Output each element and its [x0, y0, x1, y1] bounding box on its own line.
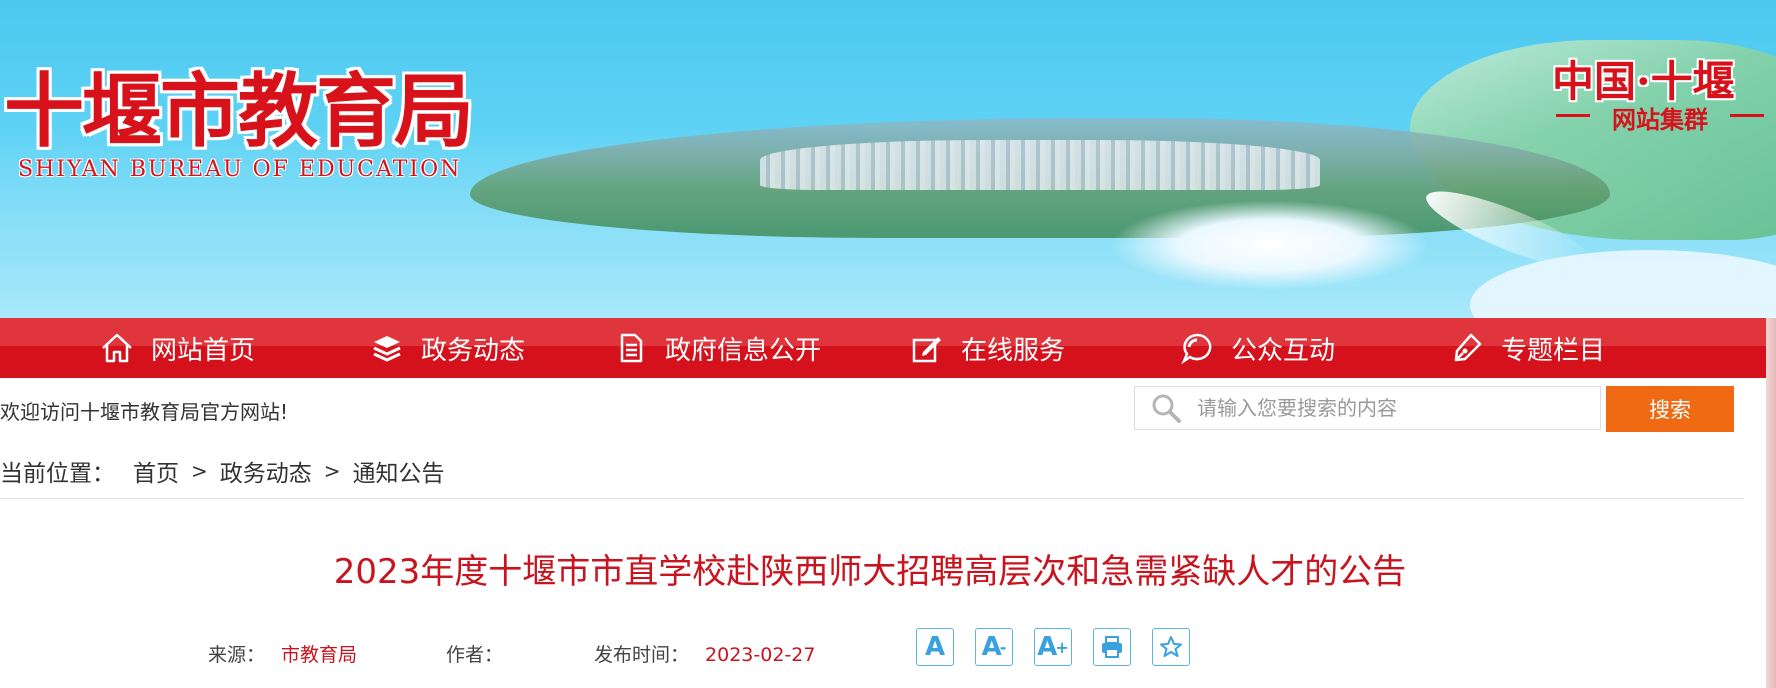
date-label: 发布时间： [594, 644, 690, 666]
font-smaller-button[interactable]: A- [975, 628, 1013, 666]
banner-beach-graphic [1110, 200, 1430, 290]
author-label: 作者： [446, 644, 504, 666]
article-date: 发布时间： 2023-02-27 [594, 640, 815, 667]
breadcrumb-divider [0, 498, 1744, 499]
nav-item-home[interactable]: 网站首页 [42, 318, 312, 378]
nav-item-label: 公众互动 [1230, 335, 1335, 366]
banner-cloud-graphic [1470, 250, 1776, 318]
breadcrumb-link-notices[interactable]: 通知公告 [353, 454, 445, 488]
nav-item-label: 政务动态 [420, 335, 525, 366]
nav-item-online-services[interactable]: 在线服务 [852, 318, 1122, 378]
print-icon [1102, 636, 1122, 658]
plus-glyph: + [1055, 637, 1069, 657]
breadcrumb-separator: > [323, 459, 341, 483]
header-banner: 十堰市教育局 SHIYAN BUREAU OF EDUCATION 中国·十堰 … [0, 0, 1776, 318]
breadcrumb-separator: > [191, 459, 208, 483]
article-toolbar: A A- A + [916, 628, 1211, 666]
document-icon [613, 330, 649, 366]
site-logo-title[interactable]: 十堰市教育局 [4, 66, 474, 156]
date-value: 2023-02-27 [705, 644, 816, 666]
favorite-button[interactable] [1152, 628, 1190, 666]
edit-icon [909, 330, 945, 366]
nav-item-public-interaction[interactable]: 公众互动 [1122, 318, 1392, 378]
breadcrumb-label: 当前位置： [0, 461, 115, 487]
banner-city-graphic [760, 140, 1320, 190]
site-logo-subtitle: SHIYAN BUREAU OF EDUCATION [18, 157, 462, 182]
print-button[interactable] [1093, 628, 1131, 666]
nav-item-label: 在线服务 [960, 335, 1065, 366]
breadcrumb-link-home[interactable]: 首页 [133, 454, 179, 488]
article-author: 作者： [446, 640, 519, 667]
page-edge-shadow [1766, 318, 1776, 688]
chat-icon [1179, 330, 1215, 366]
font-larger-button[interactable]: A + [1034, 628, 1072, 666]
font-normal-icon: A [924, 632, 946, 662]
nav-item-label: 专题栏目 [1500, 335, 1605, 366]
source-value: 市教育局 [281, 644, 358, 666]
font-smaller-icon: A [981, 632, 1002, 662]
star-icon [1160, 636, 1182, 657]
article-title: 2023年度十堰市市直学校赴陕西师大招聘高层次和急需紧缺人才的公告 [333, 552, 1407, 592]
font-normal-button[interactable]: A [916, 628, 954, 666]
search-icon [1149, 391, 1183, 425]
nav-item-info-disclosure[interactable]: 政府信息公开 [582, 318, 852, 378]
main-nav: 网站首页 政务动态 政府信息公开 在线服务 公众互动 专题栏目 [0, 318, 1766, 378]
nav-item-label: 政府信息公开 [664, 335, 821, 366]
breadcrumb-link-news[interactable]: 政务动态 [220, 454, 312, 488]
nav-item-news[interactable]: 政务动态 [312, 318, 582, 378]
nav-item-label: 网站首页 [150, 335, 255, 366]
search-input[interactable] [1195, 395, 1579, 421]
search-button[interactable]: 搜索 [1606, 386, 1734, 432]
home-icon [99, 330, 135, 366]
layers-icon [369, 330, 405, 366]
source-label: 来源： [208, 644, 266, 666]
search-box [1134, 386, 1601, 430]
nav-item-special-topics[interactable]: 专题栏目 [1392, 318, 1662, 378]
welcome-text: 欢迎访问十堰市教育局官方网站! [0, 400, 289, 424]
minus-glyph: - [999, 637, 1007, 657]
pen-icon [1449, 330, 1485, 366]
site-group-subtitle: 网站集群 [1556, 100, 1764, 135]
article-source: 来源： 市教育局 [208, 640, 357, 667]
font-larger-icon: A [1037, 632, 1058, 662]
breadcrumb: 当前位置： 首页 > 政务动态 > 通知公告 [0, 454, 445, 488]
